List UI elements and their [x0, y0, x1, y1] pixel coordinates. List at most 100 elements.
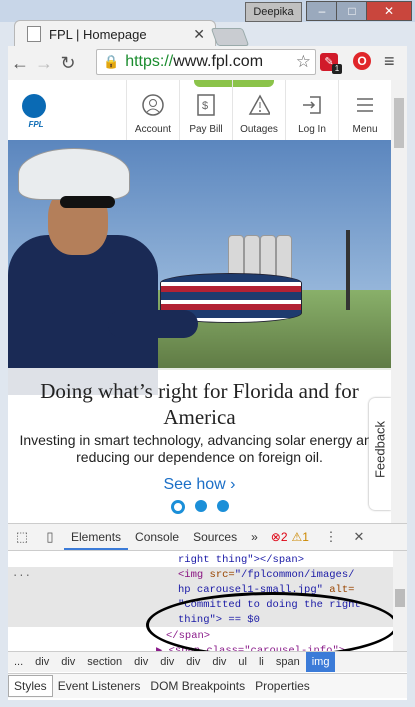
carousel-dot-2[interactable] — [194, 500, 207, 512]
code-line[interactable]: right thing"></span> — [178, 554, 304, 566]
breadcrumb-item[interactable]: div — [180, 652, 206, 672]
reload-icon[interactable]: ↻ — [56, 53, 80, 74]
code-line-selected[interactable]: <img src="/fplcommon/images/ — [178, 569, 354, 581]
feedback-label: Feedback — [372, 420, 388, 479]
login-icon — [301, 94, 323, 116]
dom-breadcrumbs: ... div div section div div div div ul l… — [8, 651, 407, 672]
opera-extension-icon[interactable]: O — [353, 52, 371, 70]
device-toggle-icon[interactable]: ▯ — [42, 529, 58, 545]
more-options-icon[interactable]: ⋮ — [323, 529, 339, 545]
subtab-dom-breakpoints[interactable]: DOM Breakpoints — [145, 674, 250, 698]
tab-sources[interactable]: Sources — [186, 524, 244, 550]
code-text: right thing"></span> — [178, 554, 305, 566]
breadcrumb-item[interactable]: ul — [232, 652, 253, 672]
worker-arm — [108, 310, 198, 338]
breadcrumb-item[interactable]: ... — [8, 652, 29, 672]
logo-icon — [22, 94, 46, 118]
error-icon[interactable]: ⊗2 — [271, 530, 288, 544]
sunglasses-shape — [60, 196, 115, 208]
page-scrollbar[interactable] — [391, 80, 407, 523]
lock-icon: 🔒 — [103, 54, 120, 69]
nav-menu[interactable]: Menu — [338, 80, 391, 140]
url-scheme: https:// — [125, 53, 174, 70]
breadcrumb-item[interactable]: div — [29, 652, 55, 672]
browser-tab[interactable]: FPL | Homepage ✕ — [14, 20, 216, 47]
page-viewport: FPL Account $ Pay Bill Outages Log In Me… — [8, 80, 391, 523]
hero-carousel: Doing what’s right for Florida and for A… — [8, 140, 391, 523]
address-bar[interactable]: 🔒 https:// www.fpl.com ☆ — [96, 49, 316, 75]
page-icon — [27, 26, 41, 42]
svg-text:$: $ — [202, 100, 208, 112]
carousel-dot-3[interactable] — [216, 500, 229, 512]
user-icon — [142, 94, 164, 116]
nav-log-in-label: Log In — [298, 124, 326, 135]
devtools-scroll-thumb[interactable] — [395, 589, 405, 607]
browser-window: Deepika – □ ✕ FPL | Homepage ✕ ← → ↻ 🔒 h… — [0, 0, 415, 707]
elements-tree: right thing"></span> ... <img src="/fplc… — [8, 551, 398, 658]
devtools-toolbar: ⬚ ▯ Elements Console Sources » ⊗2 ⚠1 ⋮ ✕ — [8, 524, 407, 551]
close-tab-icon[interactable]: ✕ — [193, 26, 205, 43]
carousel-dots — [8, 500, 391, 514]
browser-toolbar: ← → ↻ 🔒 https:// www.fpl.com ☆ ✎ 1 O ≡ — [8, 46, 407, 80]
nav-outages[interactable]: Outages — [232, 80, 285, 140]
subtab-properties[interactable]: Properties — [250, 674, 315, 698]
tab-title: FPL | Homepage — [49, 26, 147, 42]
nav-menu-label: Menu — [352, 124, 378, 135]
breadcrumb-item[interactable]: div — [154, 652, 180, 672]
url-host: www.fpl.com — [173, 53, 264, 70]
breadcrumb-item[interactable]: div — [206, 652, 232, 672]
breadcrumb-item-selected[interactable]: img — [305, 652, 336, 672]
extension-badge: 1 — [332, 64, 342, 74]
nav-pay-bill[interactable]: $ Pay Bill — [179, 80, 232, 140]
nav-log-in[interactable]: Log In — [285, 80, 338, 140]
hero-caption: Doing what’s right for Florida and for A… — [8, 368, 391, 523]
subtab-styles[interactable]: Styles — [8, 675, 53, 697]
hero-title: Doing what’s right for Florida and for A… — [40, 379, 359, 429]
feedback-tab[interactable]: Feedback — [369, 398, 391, 510]
bill-icon: $ — [195, 94, 217, 116]
back-arrow-icon[interactable]: ← — [8, 53, 32, 74]
code-value: "/fplcommon/images/ — [234, 569, 355, 581]
breadcrumb-item[interactable]: div — [128, 652, 154, 672]
code-attr: alt= — [322, 584, 355, 596]
breadcrumb-item[interactable]: li — [253, 652, 270, 672]
new-tab-button[interactable] — [210, 28, 250, 46]
scrollbar-thumb[interactable] — [394, 98, 404, 148]
minimize-button[interactable]: – — [306, 1, 338, 21]
bookmark-star-icon[interactable]: ☆ — [296, 52, 311, 72]
nav-pay-bill-label: Pay Bill — [189, 124, 223, 135]
tab-console[interactable]: Console — [128, 524, 186, 550]
nav-account-label: Account — [134, 124, 172, 135]
maximize-button[interactable]: □ — [336, 1, 368, 21]
site-header: FPL Account $ Pay Bill Outages Log In Me… — [8, 80, 391, 140]
devtools-panel: ⬚ ▯ Elements Console Sources » ⊗2 ⚠1 ⋮ ✕… — [8, 523, 407, 700]
close-devtools-icon[interactable]: ✕ — [351, 529, 367, 545]
annotation-oval — [146, 592, 398, 658]
nav-account[interactable]: Account — [126, 80, 179, 140]
breadcrumb-item[interactable]: section — [81, 652, 128, 672]
devtools-scrollbar[interactable] — [393, 551, 407, 651]
see-how-link[interactable]: See how › — [8, 476, 391, 494]
warning-icon — [248, 94, 270, 116]
subtab-event-listeners[interactable]: Event Listeners — [53, 674, 146, 698]
forward-arrow-icon[interactable]: → — [32, 53, 56, 74]
close-window-button[interactable]: ✕ — [366, 1, 412, 21]
ellipsis-marker: ... — [12, 568, 31, 580]
hero-subtitle: Investing in smart technology, advancing… — [19, 432, 380, 465]
warning-count-icon[interactable]: ⚠1 — [292, 530, 309, 544]
browser-menu-icon[interactable]: ≡ — [384, 51, 395, 72]
warning-count: 1 — [302, 530, 309, 544]
profile-button[interactable]: Deepika — [245, 2, 302, 22]
more-tabs-button[interactable]: » — [244, 524, 265, 550]
hardhat-shape — [18, 148, 130, 200]
header-nav: Account $ Pay Bill Outages Log In Menu — [126, 80, 391, 140]
breadcrumb-item[interactable]: div — [55, 652, 81, 672]
carousel-dot-1[interactable] — [170, 500, 185, 514]
styles-subtabs: Styles Event Listeners DOM Breakpoints P… — [8, 673, 407, 698]
code-tag: <img — [178, 569, 210, 581]
hamburger-icon — [354, 94, 376, 116]
fpl-logo[interactable]: FPL — [16, 94, 56, 129]
inspect-icon[interactable]: ⬚ — [14, 529, 30, 545]
tab-elements[interactable]: Elements — [64, 524, 129, 550]
breadcrumb-item[interactable]: span — [270, 652, 306, 672]
